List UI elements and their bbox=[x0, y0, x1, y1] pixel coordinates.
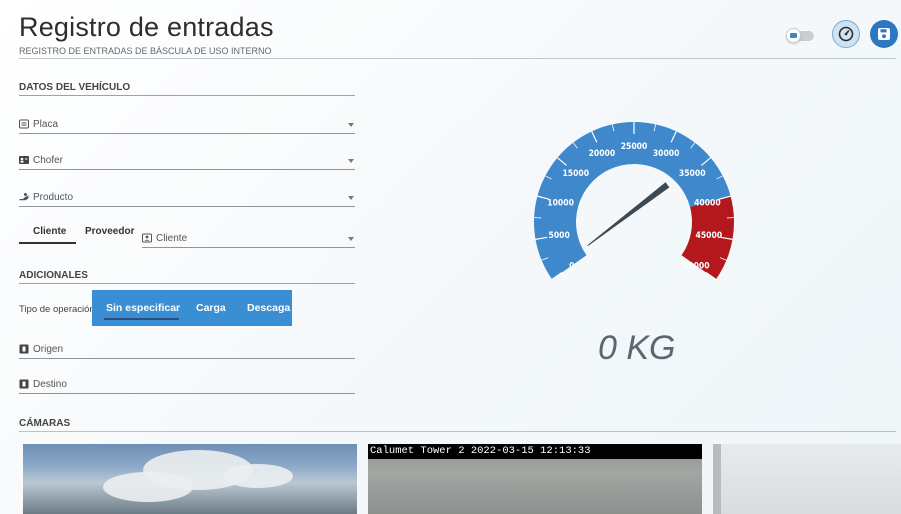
vehicle-section-title: DATOS DEL VEHÍCULO bbox=[19, 82, 131, 93]
gauge-tick-label: 25000 bbox=[621, 142, 648, 152]
additional-section-rule bbox=[19, 283, 355, 284]
cameras-section-rule bbox=[19, 431, 896, 432]
gauge-tick-label: 50000 bbox=[683, 262, 710, 272]
camera-feed-1[interactable] bbox=[23, 444, 357, 514]
vehicle-section-rule bbox=[19, 95, 355, 96]
tab-proveedor[interactable]: Proveedor bbox=[85, 226, 134, 237]
cliente-select-label: Cliente bbox=[156, 233, 188, 244]
gauge-needle bbox=[587, 182, 670, 247]
chevron-down-icon bbox=[348, 196, 354, 200]
gauge-tick-label: 45000 bbox=[696, 231, 723, 241]
operation-type-label: Tipo de operación: bbox=[19, 304, 98, 315]
producto-select[interactable]: Producto bbox=[19, 189, 355, 207]
floppy-disk-icon bbox=[878, 28, 890, 40]
chevron-down-icon bbox=[348, 237, 354, 241]
camera-pole bbox=[713, 444, 721, 514]
camera-feed-3[interactable] bbox=[713, 444, 901, 514]
product-hand-icon bbox=[19, 193, 29, 201]
gauge-tick-label: 0 bbox=[569, 262, 574, 272]
gauge-tick-label: 35000 bbox=[679, 169, 706, 179]
placa-label: Placa bbox=[33, 119, 59, 130]
cameras-section-title: CÁMARAS bbox=[19, 418, 71, 429]
weight-gauge: 0 5000 10000 1500020000 25000 30000 35000 40000… bbox=[534, 122, 734, 280]
chofer-select[interactable]: Chofer bbox=[19, 152, 355, 170]
speedometer-icon bbox=[838, 26, 854, 42]
gauge-tick-label: 10000 bbox=[547, 198, 574, 208]
id-card-icon bbox=[19, 119, 29, 129]
producto-label: Producto bbox=[33, 192, 74, 203]
cloud-shape bbox=[103, 472, 193, 502]
operation-option-carga[interactable]: Carga bbox=[196, 302, 226, 314]
gauge-tick-label: 40000 bbox=[694, 198, 721, 208]
printer-icon bbox=[786, 28, 801, 43]
page-subtitle: REGISTRO DE ENTRADAS DE BÁSCULA DE USO I… bbox=[19, 46, 272, 56]
origen-label: Origen bbox=[33, 344, 64, 355]
gauge-button[interactable] bbox=[832, 20, 860, 48]
chofer-label: Chofer bbox=[33, 155, 64, 166]
operation-option-sin-especificar[interactable]: Sin especificar bbox=[106, 302, 180, 314]
gauge-tick-label: 20000 bbox=[589, 149, 616, 159]
location-icon bbox=[19, 344, 29, 354]
location-icon bbox=[19, 379, 29, 389]
placa-select[interactable]: Placa bbox=[19, 116, 355, 134]
operation-option-descaga[interactable]: Descaga bbox=[247, 302, 290, 314]
weight-readout: 0 KG bbox=[598, 329, 676, 367]
operation-selected-underline bbox=[104, 318, 179, 320]
gauge-tick-label: 15000 bbox=[562, 169, 589, 179]
origen-select[interactable]: Origen bbox=[19, 341, 355, 359]
cloud-shape bbox=[223, 464, 293, 488]
print-toggle[interactable] bbox=[786, 28, 818, 43]
cliente-select[interactable]: Cliente bbox=[142, 230, 355, 248]
save-button[interactable] bbox=[870, 20, 898, 48]
person-card-icon bbox=[142, 233, 152, 243]
destino-select[interactable]: Destino bbox=[19, 376, 355, 394]
header-divider bbox=[19, 58, 896, 59]
additional-section-title: ADICIONALES bbox=[19, 270, 88, 281]
chevron-down-icon bbox=[348, 159, 354, 163]
camera-timestamp: Calumet Tower 2 2022-03-15 12:13:33 bbox=[368, 444, 702, 459]
driver-card-icon bbox=[19, 156, 29, 164]
gauge-tick-label: 5000 bbox=[549, 231, 570, 241]
page-title: Registro de entradas bbox=[19, 12, 274, 42]
tab-cliente-underline bbox=[19, 242, 76, 244]
tab-cliente[interactable]: Cliente bbox=[33, 226, 66, 237]
operation-type-segmented: Sin especificar Carga Descaga bbox=[92, 290, 292, 326]
gauge-needle-pointer bbox=[587, 182, 670, 247]
gauge-tick-label: 30000 bbox=[653, 149, 680, 159]
camera-feed-2[interactable]: Calumet Tower 2 2022-03-15 12:13:33 bbox=[368, 444, 702, 514]
chevron-down-icon bbox=[348, 123, 354, 127]
destino-label: Destino bbox=[33, 379, 67, 390]
